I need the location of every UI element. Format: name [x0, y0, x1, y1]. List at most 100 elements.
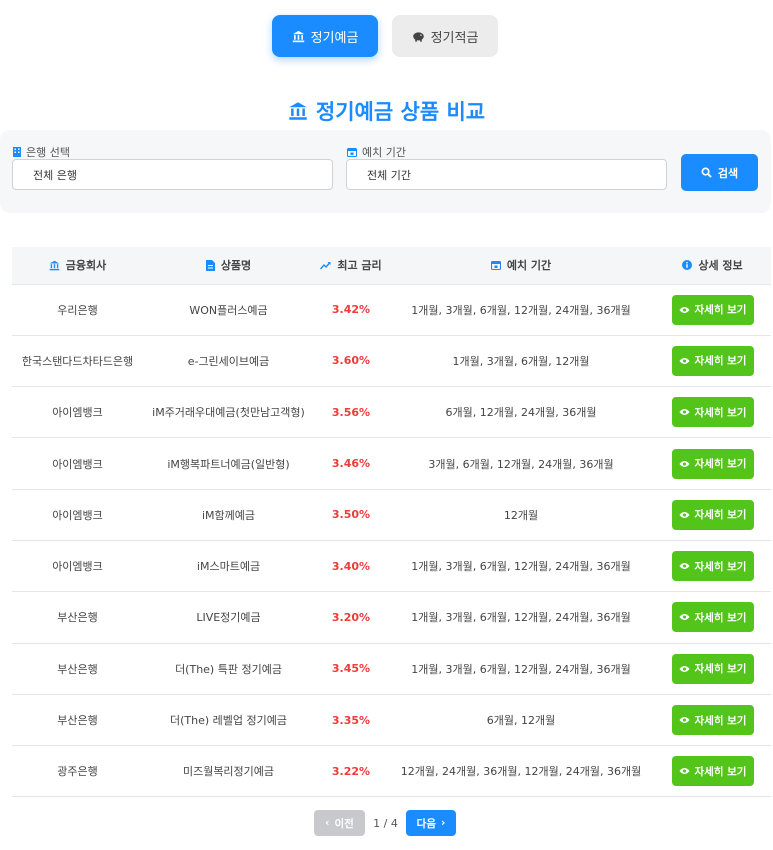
- tab-deposit[interactable]: 정기예금: [272, 15, 378, 57]
- eye-icon: [678, 306, 690, 313]
- detail-button[interactable]: 자세히 보기: [671, 653, 754, 684]
- detail-button-label: 자세히 보기: [694, 355, 747, 368]
- cell-detail: 자세히 보기: [654, 438, 771, 489]
- cell-period: 1개월, 3개월, 6개월, 12개월, 24개월, 36개월: [411, 662, 631, 676]
- detail-button[interactable]: 자세히 보기: [671, 345, 754, 376]
- table-row: 부산은행 더(The) 레벨업 정기예금 3.35% 6개월, 12개월 자세히 보기: [12, 694, 771, 746]
- eye-icon: [678, 563, 690, 570]
- eye-icon: [678, 768, 690, 775]
- header-product: 상품명: [143, 247, 314, 284]
- table-row: 아이엠뱅크 iM주거래우대예금(첫만남고객형) 3.56% 6개월, 12개월, 24…: [12, 387, 771, 438]
- detail-button[interactable]: 자세히 보기: [671, 602, 754, 633]
- detail-button-label: 자세히 보기: [694, 406, 747, 419]
- cell-rate: 3.56%: [331, 405, 371, 419]
- cell-period: 12개월: [503, 508, 539, 522]
- header-rate: 최고 금리: [314, 247, 388, 284]
- cell-bank: 부산은행: [57, 611, 98, 625]
- bank-filter-label-text: 은행 선택: [26, 146, 70, 159]
- tab-savings[interactable]: 정기적금: [392, 15, 498, 57]
- cell-detail: 자세히 보기: [654, 540, 771, 591]
- document-icon: [205, 259, 215, 271]
- search-button-label: 검색: [717, 166, 739, 180]
- product-tabs: 정기예금 정기적금: [0, 15, 773, 57]
- cell-detail: 자세히 보기: [654, 592, 771, 643]
- cell-rate: 3.60%: [331, 354, 371, 368]
- table-row: 우리은행 WON플러스예금 3.42% 1개월, 3개월, 6개월, 12개월, 24…: [12, 284, 771, 336]
- cell-product: 더(The) 특판 정기예금: [175, 662, 282, 676]
- table-row: 부산은행 더(The) 특판 정기예금 3.45% 1개월, 3개월, 6개월, 12…: [12, 643, 771, 695]
- header-period: 예치 기간: [388, 247, 654, 284]
- cell-period: 6개월, 12개월, 24개월, 36개월: [445, 406, 597, 420]
- cell-period: 1개월, 3개월, 6개월, 12개월, 24개월, 36개월: [411, 560, 631, 574]
- header-bank-label: 금융회사: [65, 259, 107, 272]
- period-select[interactable]: 전체 기간: [346, 159, 667, 190]
- eye-icon: [678, 665, 690, 672]
- cell-product: LIVE정기예금: [196, 611, 261, 625]
- eye-icon: [678, 357, 690, 364]
- cell-bank: 한국스탠다드차타드은행: [21, 354, 134, 368]
- detail-button-label: 자세히 보기: [694, 765, 747, 778]
- cell-rate: 3.46%: [331, 457, 371, 471]
- header-bank: 금융회사: [12, 247, 143, 284]
- detail-button-label: 자세히 보기: [694, 560, 747, 573]
- bank-select[interactable]: 전체 은행: [12, 159, 333, 190]
- cell-detail: 자세히 보기: [654, 489, 771, 540]
- cell-rate: 3.40%: [331, 559, 371, 573]
- cell-product: iM주거래우대예금(첫만남고객형): [152, 406, 305, 420]
- cell-rate: 3.35%: [331, 713, 371, 727]
- table-header-row: 금융회사 상품명 최고 금리 예치 기간 상세 정보: [12, 247, 771, 284]
- bank-icon: [292, 30, 304, 42]
- next-page-button[interactable]: 다음 ›: [406, 810, 456, 836]
- cell-product: WON플러스예금: [189, 303, 268, 317]
- period-filter-label-text: 예치 기간: [362, 146, 406, 159]
- detail-button[interactable]: 자세히 보기: [671, 551, 754, 582]
- table-row: 아이엠뱅크 iM행복파트너예금(일반형) 3.46% 3개월, 6개월, 12개월, …: [12, 438, 771, 490]
- detail-button[interactable]: 자세히 보기: [671, 756, 754, 787]
- header-period-label: 예치 기간: [506, 259, 552, 273]
- detail-button[interactable]: 자세히 보기: [671, 448, 754, 479]
- detail-button[interactable]: 자세히 보기: [671, 294, 754, 325]
- eye-icon: [678, 614, 690, 621]
- cell-detail: 자세히 보기: [654, 387, 771, 438]
- page-title: 정기예금 상품 비교: [0, 96, 773, 126]
- search-button[interactable]: 검색: [681, 154, 758, 191]
- cell-product: iM함께예금: [201, 508, 256, 522]
- table-row: 아이엠뱅크 iM스마트예금 3.40% 1개월, 3개월, 6개월, 12개월, 24…: [12, 540, 771, 592]
- header-detail: 상세 정보: [654, 247, 771, 284]
- cell-period: 12개월, 24개월, 36개월, 12개월, 24개월, 36개월: [400, 765, 642, 779]
- tab-savings-label: 정기적금: [430, 30, 479, 46]
- cell-bank: 광주은행: [57, 765, 98, 779]
- table-row: 광주은행 미즈월복리정기예금 3.22% 12개월, 24개월, 36개월, 12개월…: [12, 746, 771, 797]
- cell-period: 1개월, 3개월, 6개월, 12개월: [452, 354, 590, 368]
- detail-button-label: 자세히 보기: [694, 509, 747, 522]
- period-filter-label: 예치 기간: [347, 144, 406, 160]
- cell-product: iM스마트예금: [196, 560, 261, 574]
- cell-detail: 자세히 보기: [654, 746, 771, 797]
- eye-icon: [678, 460, 690, 467]
- pagination: ‹ 이전 1 / 4 다음 ›: [0, 810, 773, 836]
- detail-button[interactable]: 자세히 보기: [671, 705, 754, 736]
- table-row: 한국스탠다드차타드은행 e-그린세이브예금 3.60% 1개월, 3개월, 6개월, …: [12, 335, 771, 387]
- trend-up-icon: [320, 261, 331, 270]
- eye-icon: [678, 511, 690, 518]
- filter-panel: 은행 선택 전체 은행 예치 기간 전체 기간 검색: [0, 130, 771, 213]
- info-icon: [682, 260, 693, 271]
- cell-bank: 우리은행: [57, 303, 98, 317]
- cell-rate: 3.50%: [331, 508, 371, 522]
- detail-button-label: 자세히 보기: [694, 304, 747, 317]
- prev-page-button[interactable]: ‹ 이전: [314, 810, 365, 836]
- detail-button[interactable]: 자세히 보기: [671, 397, 754, 428]
- search-icon: [701, 167, 712, 178]
- eye-icon: [678, 717, 690, 723]
- header-product-label: 상품명: [220, 259, 252, 272]
- cell-period: 6개월, 12개월: [486, 714, 556, 728]
- cell-bank: 아이엠뱅크: [52, 560, 103, 574]
- chevron-left-icon: ‹: [325, 817, 330, 829]
- page-indicator: 1 / 4: [373, 816, 398, 830]
- piggy-bank-icon: [412, 32, 424, 42]
- cell-product: 더(The) 레벨업 정기예금: [170, 714, 287, 728]
- building-icon: [13, 147, 21, 157]
- detail-button[interactable]: 자세히 보기: [671, 499, 754, 530]
- table-row: 부산은행 LIVE정기예금 3.20% 1개월, 3개월, 6개월, 12개월, 24…: [12, 592, 771, 644]
- cell-detail: 자세히 보기: [654, 335, 771, 386]
